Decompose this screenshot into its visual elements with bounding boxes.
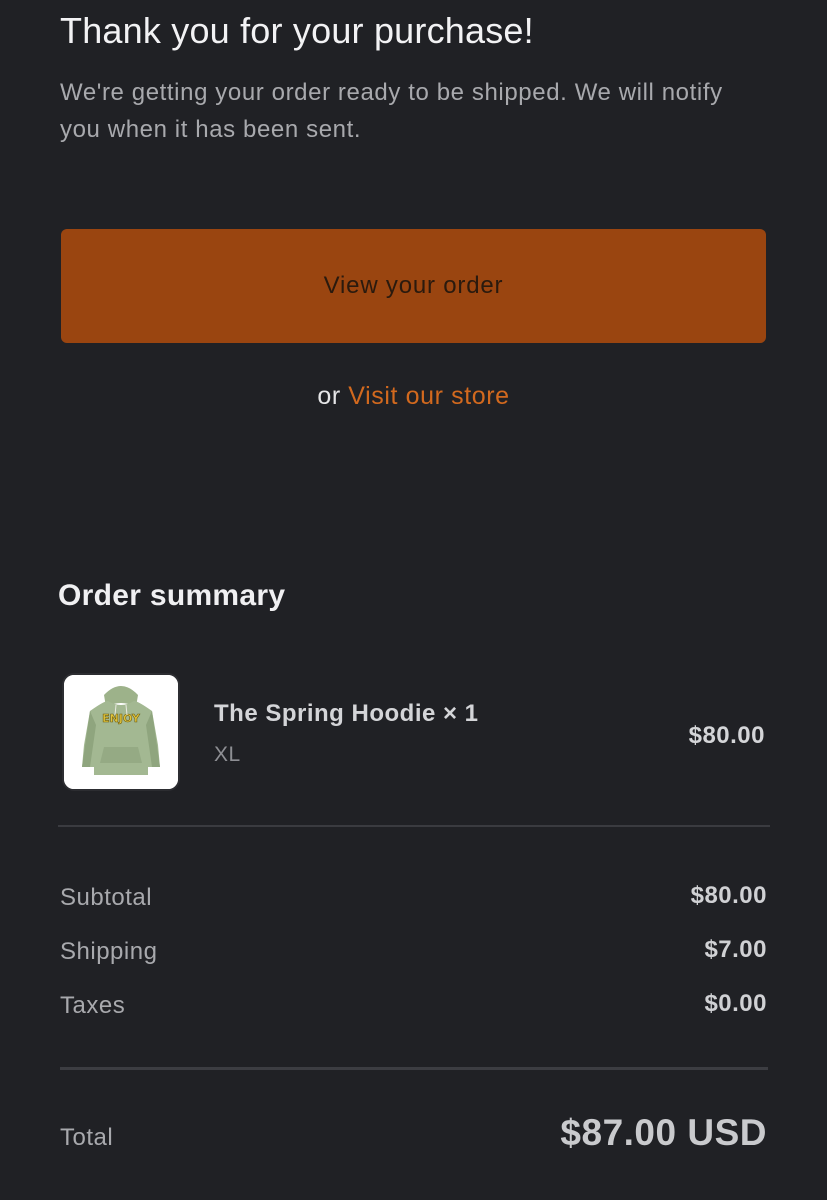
subtotal-value: $80.00 xyxy=(690,882,767,909)
view-order-button[interactable]: View your order xyxy=(61,229,766,343)
items-divider xyxy=(58,825,770,827)
product-thumbnail: ENJOY xyxy=(62,673,180,791)
alternative-action-line: or Visit our store xyxy=(0,382,827,411)
total-label: Total xyxy=(60,1124,114,1151)
product-variant: XL xyxy=(214,743,241,766)
shipping-label: Shipping xyxy=(60,938,158,965)
product-price: $80.00 xyxy=(688,722,765,749)
visit-store-link[interactable]: Visit our store xyxy=(348,382,509,410)
or-text: or xyxy=(317,382,341,410)
total-value: $87.00 USD xyxy=(560,1112,767,1153)
page-title: Thank you for your purchase! xyxy=(60,10,534,51)
taxes-value: $0.00 xyxy=(704,990,767,1017)
green-hoodie-image: ENJOY xyxy=(64,675,178,789)
order-confirmation-page: Thank you for your purchase! We're getti… xyxy=(0,0,827,1200)
taxes-label: Taxes xyxy=(60,992,126,1019)
svg-text:ENJOY: ENJOY xyxy=(102,712,141,725)
total-divider xyxy=(60,1067,768,1070)
subtotal-label: Subtotal xyxy=(60,884,153,911)
product-name: The Spring Hoodie × 1 xyxy=(214,700,479,727)
confirmation-message: We're getting your order ready to be shi… xyxy=(60,79,723,143)
shipping-value: $7.00 xyxy=(704,936,767,963)
order-summary-title: Order summary xyxy=(58,579,286,612)
